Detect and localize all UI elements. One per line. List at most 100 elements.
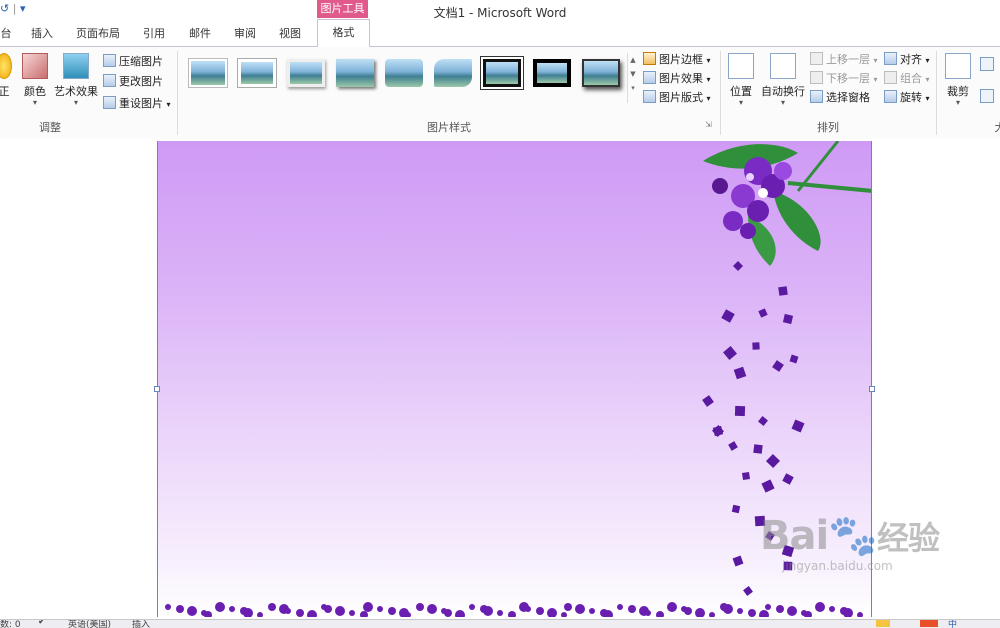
petal-shape [752,342,760,350]
baidu-watermark: Bai🐾经验 jingyan.baidu.com [760,512,990,602]
ground-petal-shape [815,602,825,612]
sun-icon [0,53,12,79]
petal-shape [741,471,751,481]
artistic-effects-button[interactable]: 艺术效果 ▾ [54,53,98,107]
rotate-icon [884,90,897,103]
crop-button[interactable]: 裁剪 ▾ [942,53,974,107]
petal-shape [761,479,775,493]
ground-petal-shape [695,608,705,617]
gallery-scrollbar[interactable]: ▲ ▼ ▾ [627,53,638,103]
tab-review[interactable]: 审阅 [229,24,261,46]
send-backward-icon [810,71,823,84]
chevron-down-icon: ▾ [32,98,37,107]
picture-tools-context-label: 图片工具 [317,0,368,18]
selection-pane-button[interactable]: 选择窗格 [810,89,870,107]
position-button[interactable]: 位置 ▾ [725,53,757,107]
ground-petals [165,602,863,617]
group-label-arrange: 排列 [817,121,839,134]
window-title: 文档1 - Microsoft Word [433,6,567,20]
ground-petal-shape [561,612,567,617]
chevron-down-icon: ▾ [738,98,743,107]
scroll-up-icon[interactable]: ▲ [628,53,638,67]
picture-styles-gallery[interactable] [183,53,627,99]
petal-shape [728,441,738,451]
style-thumb[interactable] [189,59,227,87]
tab-page-layout[interactable]: 页面布局 [74,24,122,46]
group-button[interactable]: 组合 ▾ [884,70,930,88]
tab-references[interactable]: 引用 [138,24,170,46]
ribbon: 正 颜色 ▾ 艺术效果 ▾ 压缩图片 更改图片 重设图片 ▾ 调整 ▲ ▼ ▾ … [0,46,1000,140]
ground-petal-shape [709,612,715,617]
style-thumb[interactable] [434,59,472,87]
group-icon [884,71,897,84]
style-thumb-selected[interactable] [483,59,521,87]
print-layout-icon[interactable] [876,620,890,627]
chevron-down-icon: ▾ [706,75,711,84]
artistic-effects-icon [63,53,89,79]
color-icon [22,53,48,79]
title-bar: ↺ | ▾ 文档1 - Microsoft Word 图片工具 台 插入 页面布… [0,0,1000,47]
style-thumb[interactable] [533,59,571,87]
style-thumb[interactable] [582,59,620,87]
reset-picture-button[interactable]: 重设图片 ▾ [103,95,171,113]
rotate-button[interactable]: 旋转 ▾ [884,89,930,107]
chevron-down-icon: ▾ [780,98,785,107]
compress-pictures-button[interactable]: 压缩图片 [103,53,163,71]
tab-format[interactable]: 格式 [317,19,370,47]
color-button[interactable]: 颜色 ▾ [20,53,50,107]
reset-picture-icon [103,96,116,109]
style-thumb[interactable] [385,59,423,87]
picture-layout-button[interactable]: 图片版式 ▾ [643,89,711,107]
ground-petal-shape [656,611,664,617]
picture-effects-icon [643,71,656,84]
style-thumb[interactable] [287,59,325,87]
picture-border-button[interactable]: 图片边框 ▾ [643,51,711,69]
bring-forward-button[interactable]: 上移一层 ▾ [810,51,878,69]
ground-petal-shape [455,610,465,617]
ground-petal-shape [187,606,197,616]
tab-view[interactable]: 视图 [274,24,306,46]
tab-insert[interactable]: 插入 [26,24,58,46]
ground-petal-shape [363,602,373,612]
width-icon[interactable] [980,89,994,103]
picture-effects-button[interactable]: 图片效果 ▾ [643,70,711,88]
corrections-button[interactable]: 正 [0,53,14,99]
paw-icon: 🐾 [828,513,878,559]
group-separator [720,51,721,135]
gallery-more-icon[interactable]: ▾ [628,81,638,95]
resize-handle-right[interactable] [869,386,875,392]
ground-petal-shape [349,610,355,616]
ground-petal-shape [589,608,595,614]
ground-petal-shape [176,605,184,613]
group-separator [177,51,178,135]
ground-petal-shape [377,606,383,612]
height-icon[interactable] [980,57,994,71]
leaf-shape [773,191,821,251]
send-backward-button[interactable]: 下移一层 ▾ [810,70,878,88]
tab-mailings[interactable]: 邮件 [184,24,216,46]
petal-shape [766,454,780,468]
change-picture-button[interactable]: 更改图片 [103,73,163,91]
chevron-down-icon: ▾ [873,56,878,65]
style-thumb[interactable] [238,59,276,87]
align-button[interactable]: 对齐 ▾ [884,51,930,69]
petal-shape [712,425,724,437]
chevron-down-icon: ▾ [73,98,78,107]
tab-home[interactable]: 台 [0,24,12,46]
ground-petal-shape [296,609,304,617]
ground-petal-shape [667,602,677,612]
style-thumb[interactable] [336,59,374,87]
ground-petal-shape [497,610,503,616]
dialog-launcher-icon[interactable]: ⇲ [705,120,712,129]
watermark-brand-cn: 经验 [877,519,940,557]
wrap-text-button[interactable]: 自动换行 ▾ [761,53,805,107]
chevron-down-icon: ▾ [166,100,171,109]
resize-handle-left[interactable] [154,386,160,392]
petal-shape [731,504,741,514]
selection-pane-icon [810,90,823,103]
ground-petal-shape [748,609,756,617]
spellcheck-icon[interactable]: ✔ [38,620,46,627]
ground-petal-shape [165,604,171,610]
ground-petal-shape [469,604,475,610]
scroll-down-icon[interactable]: ▼ [628,67,638,81]
